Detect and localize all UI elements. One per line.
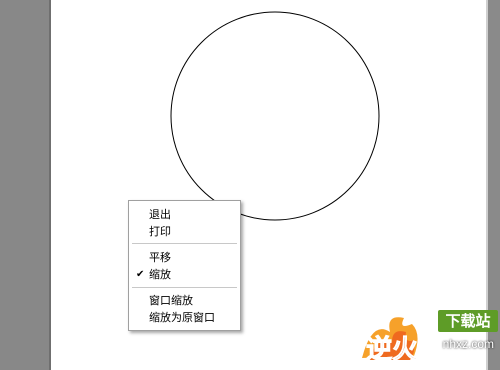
left-gutter (0, 0, 49, 370)
watermark-url: nhxz.com (442, 337, 494, 351)
checkmark-icon: ✔ (136, 269, 145, 280)
menu-item-exit[interactable]: 退出 (129, 206, 240, 223)
menu-item-label: 退出 (149, 208, 171, 221)
menu-separator (132, 287, 237, 288)
menu-item-pan[interactable]: 平移 (129, 249, 240, 266)
watermark-brand: 下载站 (438, 310, 498, 332)
menu-item-label: 缩放为原窗口 (149, 311, 215, 324)
menu-item-label: 缩放 (149, 268, 171, 281)
menu-item-label: 打印 (149, 225, 171, 238)
drawn-circle (170, 11, 380, 221)
watermark-logo-text: 逆火 (366, 334, 418, 365)
menu-item-zoom[interactable]: ✔ 缩放 (129, 266, 240, 283)
flame-logo-icon: 逆火 (362, 317, 419, 366)
context-menu: 退出 打印 平移 ✔ 缩放 窗口缩放 缩放为原窗口 (128, 200, 241, 331)
menu-item-label: 平移 (149, 251, 171, 264)
menu-separator (132, 243, 237, 244)
menu-item-print[interactable]: 打印 (129, 223, 240, 240)
menu-item-reset-zoom[interactable]: 缩放为原窗口 (129, 309, 240, 326)
menu-item-window-zoom[interactable]: 窗口缩放 (129, 292, 240, 309)
watermark: 逆火 下载站 nhxz.com (352, 310, 498, 366)
menu-item-label: 窗口缩放 (149, 294, 193, 307)
